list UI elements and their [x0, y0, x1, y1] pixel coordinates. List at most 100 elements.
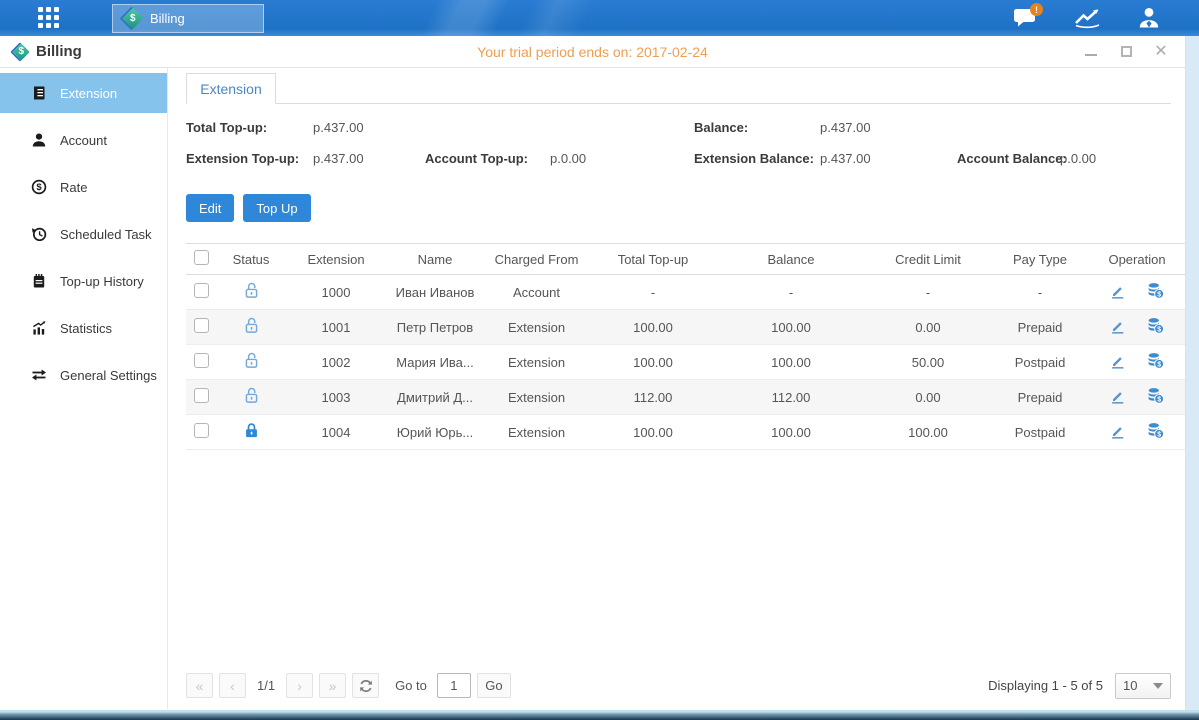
row-checkbox[interactable] [194, 318, 209, 333]
edit-button[interactable]: Edit [186, 194, 234, 222]
sidebar-item-scheduled-task[interactable]: Scheduled Task [0, 214, 167, 254]
sidebar-item-extension[interactable]: Extension [0, 73, 167, 113]
cell-credit-limit: 0.00 [865, 310, 991, 345]
page-indicator: 1/1 [257, 678, 275, 693]
page-size-select[interactable]: 10 [1115, 673, 1171, 699]
column-header: Balance [717, 244, 865, 275]
topup-coins-icon[interactable]: $ [1147, 282, 1164, 299]
messages-icon[interactable]: ! [1011, 5, 1039, 31]
edit-pencil-icon[interactable] [1110, 354, 1125, 369]
top-up-button[interactable]: Top Up [243, 194, 310, 222]
minimize-icon[interactable] [1084, 45, 1098, 59]
notification-badge: ! [1030, 3, 1043, 16]
lock-open-icon [243, 352, 260, 369]
row-checkbox[interactable] [194, 388, 209, 403]
edit-pencil-icon[interactable] [1110, 424, 1125, 439]
table-row[interactable]: 1001 Петр Петров Extension 100.00 100.00… [186, 310, 1185, 345]
notepad-icon [31, 273, 47, 289]
close-icon[interactable]: ✕ [1154, 45, 1168, 59]
edit-pencil-icon[interactable] [1110, 284, 1125, 299]
row-checkbox[interactable] [194, 423, 209, 438]
topbar-tab-label: Billing [150, 11, 185, 26]
cell-pay-type: Postpaid [991, 415, 1089, 450]
balance-summary: Total Top-up: p.437.00 Balance: p.437.00… [186, 118, 1171, 180]
last-page-button[interactable]: » [319, 673, 346, 698]
row-checkbox[interactable] [194, 283, 209, 298]
user-account-icon[interactable] [1135, 5, 1163, 31]
sidebar-item-rate[interactable]: $ Rate [0, 167, 167, 207]
account-balance-value: p.0.00 [1060, 151, 1096, 166]
goto-page-input[interactable] [437, 673, 471, 698]
cell-charged-from: Extension [484, 415, 589, 450]
maximize-icon[interactable] [1119, 45, 1133, 59]
topup-coins-icon[interactable]: $ [1147, 422, 1164, 439]
cell-credit-limit: 0.00 [865, 380, 991, 415]
reports-chart-icon[interactable] [1073, 5, 1101, 31]
column-header: Pay Type [991, 244, 1089, 275]
topup-coins-icon[interactable]: $ [1147, 352, 1164, 369]
ledger-icon [31, 85, 47, 101]
cell-operation: $ [1089, 310, 1185, 345]
go-button[interactable]: Go [477, 673, 511, 698]
extension-balance-value: p.437.00 [820, 151, 871, 166]
sidebar-item-topup-history[interactable]: Top-up History [0, 261, 167, 301]
sidebar-item-statistics[interactable]: Statistics [0, 308, 167, 348]
main-content: Extension Total Top-up: p.437.00 Balance… [168, 68, 1185, 709]
extension-topup-label: Extension Top-up: [186, 151, 299, 166]
stats-chart-icon [31, 320, 47, 336]
svg-text:$: $ [1157, 396, 1161, 403]
lock-closed-icon [243, 422, 260, 439]
first-page-button[interactable]: « [186, 673, 213, 698]
prev-page-button[interactable]: ‹ [219, 673, 246, 698]
action-buttons: Edit Top Up [186, 194, 1171, 222]
table-body: 1000 Иван Иванов Account - - - - $ [186, 275, 1185, 450]
table-row[interactable]: 1000 Иван Иванов Account - - - - $ [186, 275, 1185, 310]
svg-text:$: $ [36, 182, 42, 193]
cell-pay-type: Prepaid [991, 310, 1089, 345]
line-chart-icon [1074, 7, 1101, 29]
next-page-button[interactable]: › [286, 673, 313, 698]
cell-name: Мария Ива... [386, 345, 484, 380]
account-topup-label: Account Top-up: [425, 151, 528, 166]
refresh-button[interactable] [352, 673, 379, 698]
cell-total-topup: 100.00 [589, 415, 717, 450]
cell-total-topup: - [589, 275, 717, 310]
row-checkbox-cell [186, 310, 216, 345]
billing-app-icon: $ [119, 6, 143, 30]
topup-coins-icon[interactable]: $ [1147, 317, 1164, 334]
sidebar-item-general-settings[interactable]: General Settings [0, 355, 167, 395]
extension-balance-label: Extension Balance: [694, 151, 814, 166]
cell-extension: 1002 [286, 345, 386, 380]
table-row[interactable]: 1003 Дмитрий Д... Extension 112.00 112.0… [186, 380, 1185, 415]
topup-coins-icon[interactable]: $ [1147, 387, 1164, 404]
edit-pencil-icon[interactable] [1110, 319, 1125, 334]
select-all-checkbox[interactable] [194, 250, 209, 265]
edit-pencil-icon[interactable] [1110, 389, 1125, 404]
cell-extension: 1004 [286, 415, 386, 450]
row-checkbox-cell [186, 380, 216, 415]
lock-open-icon [243, 282, 260, 299]
sidebar-item-account[interactable]: Account [0, 120, 167, 160]
cell-name: Петр Петров [386, 310, 484, 345]
pagination-bar: « ‹ 1/1 › » Go to Go Displaying [186, 672, 1171, 699]
history-clock-icon [31, 226, 47, 242]
sidebar-item-label: Statistics [60, 321, 112, 336]
total-topup-value: p.437.00 [313, 120, 364, 135]
table-row[interactable]: 1004 Юрий Юрь... Extension 100.00 100.00… [186, 415, 1185, 450]
sidebar-item-label: Account [60, 133, 107, 148]
sidebar-item-label: Scheduled Task [60, 227, 152, 242]
table-row[interactable]: 1002 Мария Ива... Extension 100.00 100.0… [186, 345, 1185, 380]
cell-name: Дмитрий Д... [386, 380, 484, 415]
cell-total-topup: 112.00 [589, 380, 717, 415]
cell-credit-limit: 50.00 [865, 345, 991, 380]
lock-open-icon [243, 387, 260, 404]
tab-extension[interactable]: Extension [186, 73, 276, 104]
row-checkbox[interactable] [194, 353, 209, 368]
svg-text:$: $ [1157, 326, 1161, 333]
cell-status [216, 380, 286, 415]
apps-grid-icon[interactable] [38, 7, 68, 29]
total-topup-label: Total Top-up: [186, 120, 267, 135]
topbar-billing-tab[interactable]: $ Billing [112, 4, 264, 33]
page-size-value: 10 [1123, 678, 1137, 693]
pagination-right: Displaying 1 - 5 of 5 10 [988, 673, 1171, 699]
